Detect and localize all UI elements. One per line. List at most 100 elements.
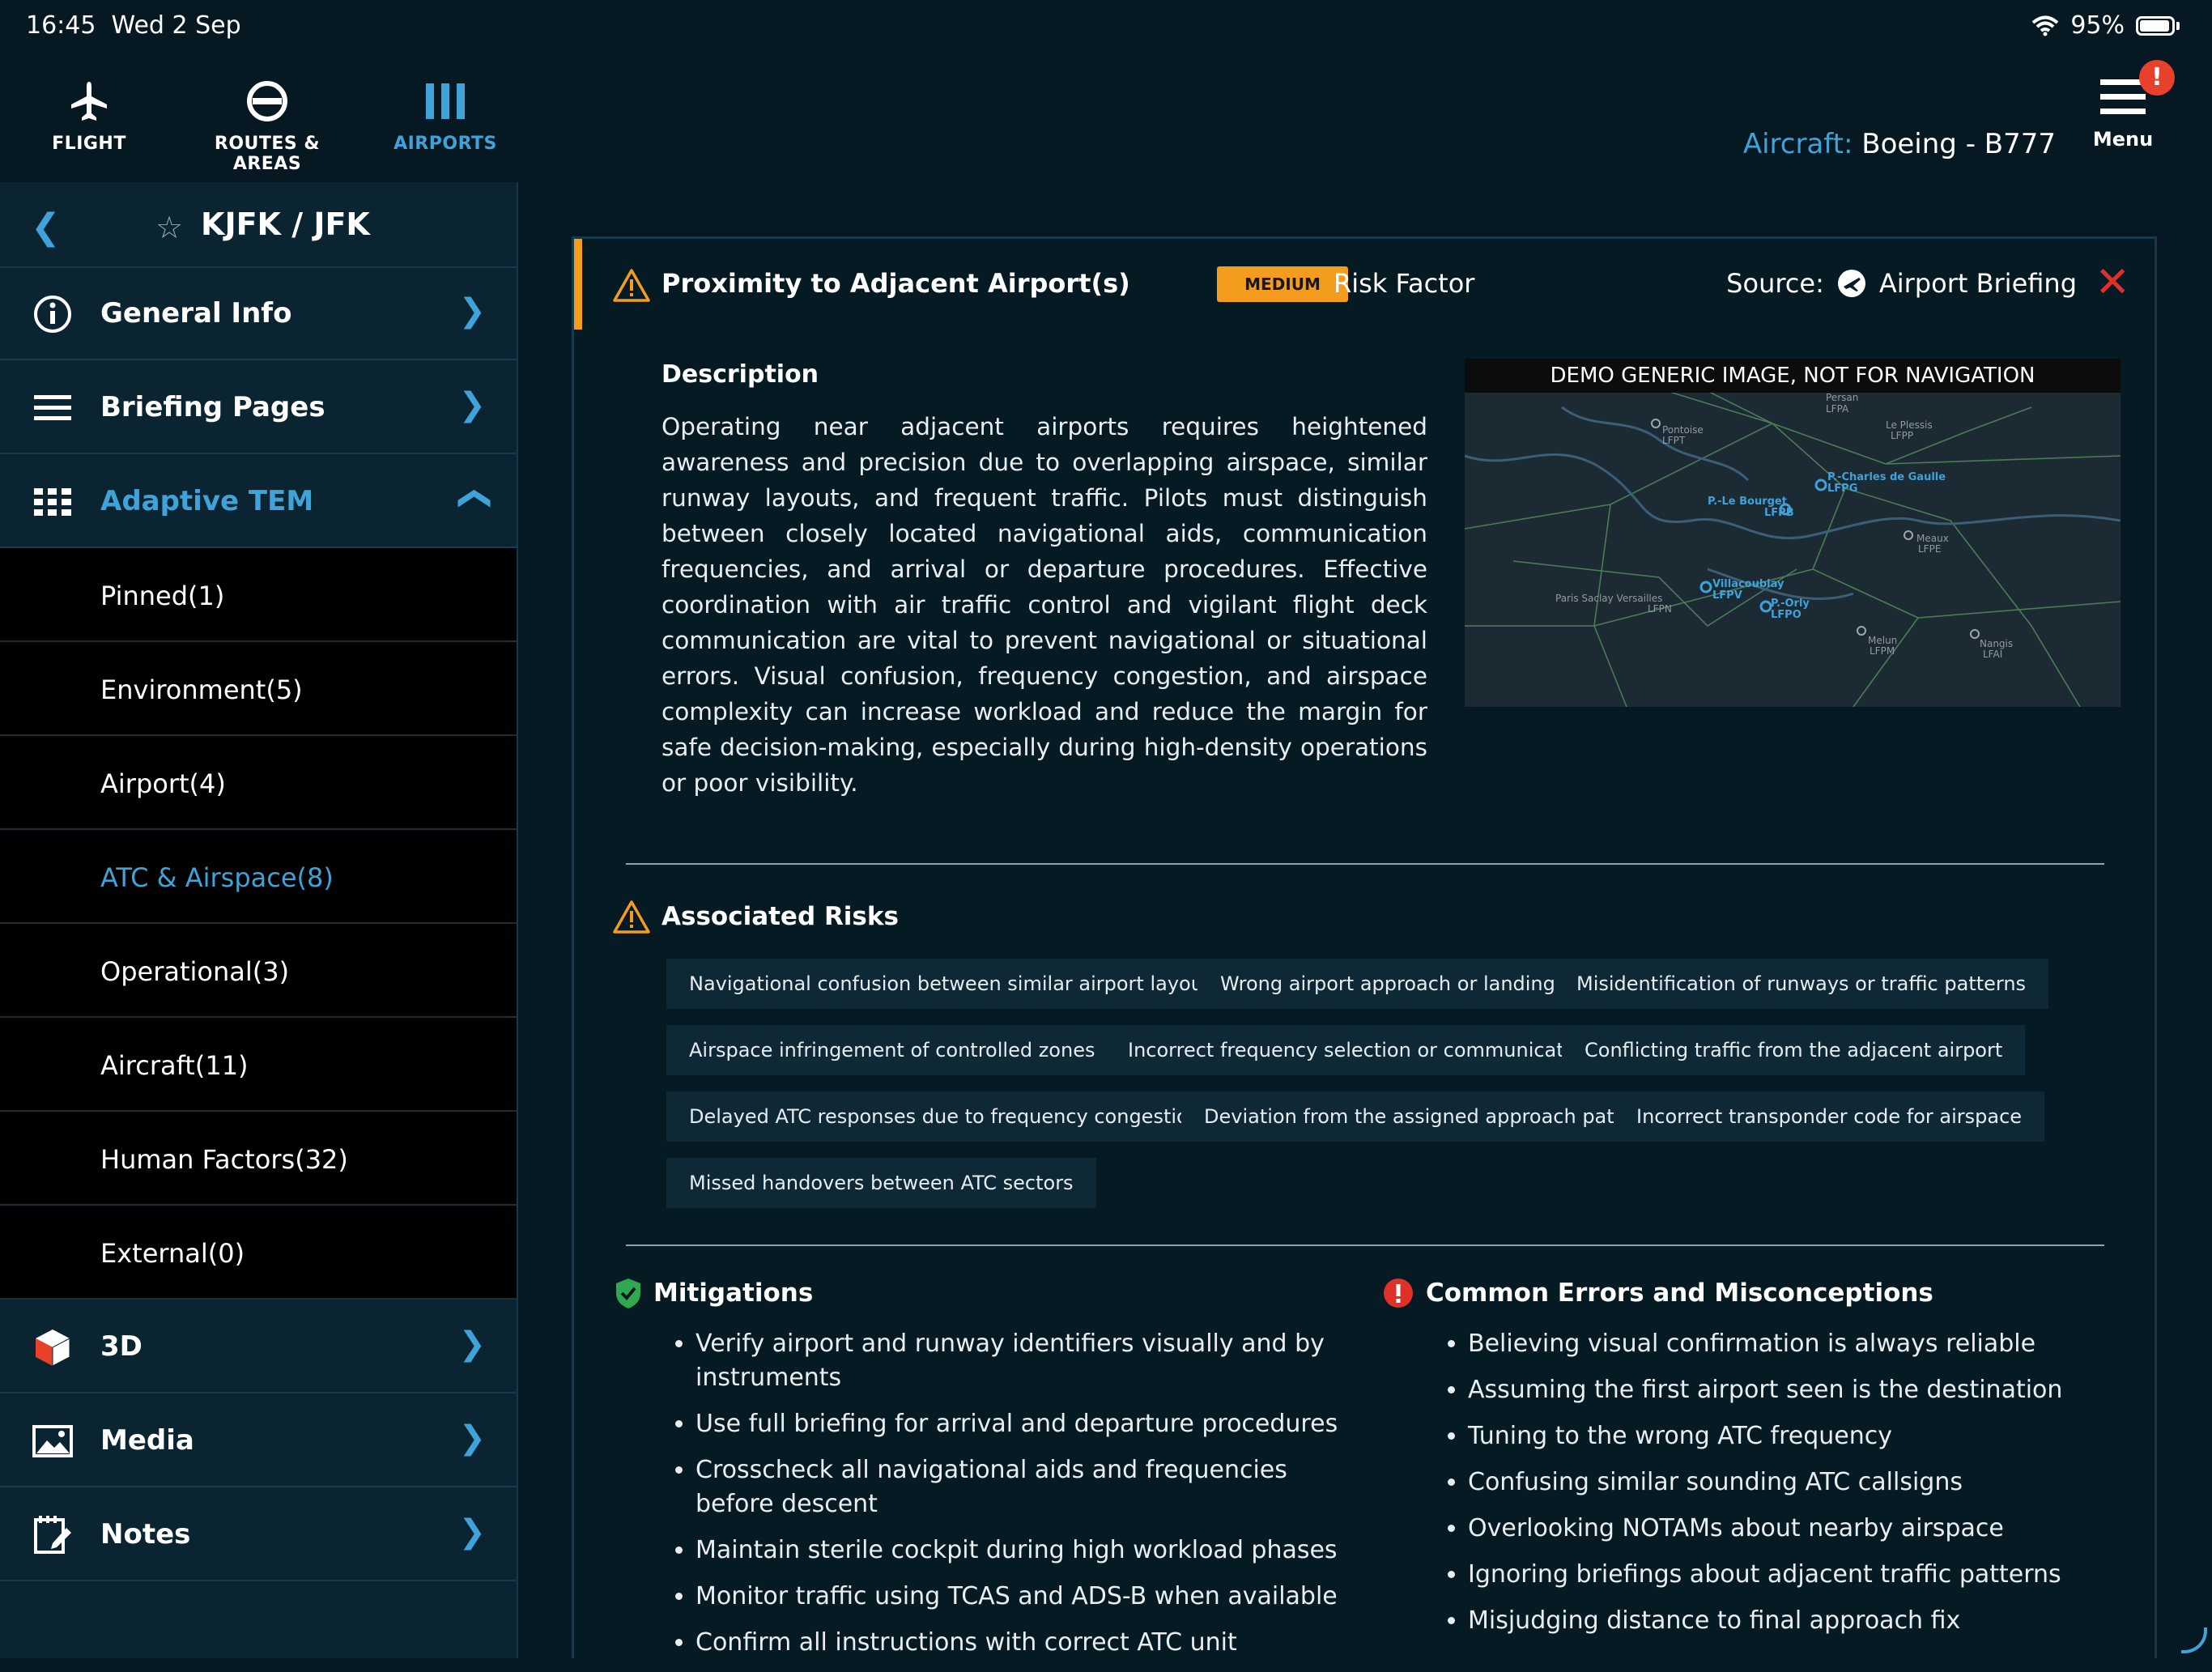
chevron-right-icon: ❯ (458, 1419, 486, 1457)
sidebar-item-general-info[interactable]: General Info ❯ (0, 266, 517, 360)
sidebar-subitem-label: Airport(4) (100, 768, 226, 799)
sidebar-subitem-pinned[interactable]: Pinned(1) (0, 548, 517, 642)
favorite-star-icon[interactable]: ☆ (155, 210, 183, 245)
sidebar-subitem-atc-airspace[interactable]: ATC & Airspace(8) (0, 830, 517, 924)
description-title: Description (661, 360, 819, 389)
sidebar-item-label: Briefing Pages (100, 391, 325, 423)
associated-risks-title: Associated Risks (661, 902, 899, 931)
image-icon (32, 1425, 73, 1457)
risk-chip: Conflicting traffic from the adjacent ai… (1562, 1025, 2026, 1075)
risk-factor-label: Risk Factor (1334, 268, 1475, 299)
sidebar-subitem-airport[interactable]: Airport(4) (0, 736, 517, 830)
risk-chip: Incorrect transponder code for airspace (1614, 1091, 2045, 1142)
sidebar-subitem-human-factors[interactable]: Human Factors(32) (0, 1112, 517, 1206)
list-item: Verify airport and runway identifiers vi… (696, 1327, 1343, 1395)
map-label-nangis: Nangis (1980, 638, 2013, 649)
source-info: Source: Airport Briefing (1726, 268, 2077, 299)
map-label-saclay-code: LFPN (1648, 603, 1672, 615)
sidebar-subitem-aircraft[interactable]: Aircraft(11) (0, 1018, 517, 1112)
map-label-villacoublay-code: LFPV (1712, 589, 1742, 602)
map-label-melun-code: LFPM (1870, 645, 1895, 657)
status-bar: 16:45 Wed 2 Sep 95% (0, 0, 2212, 52)
map-disclaimer-banner: DEMO GENERIC IMAGE, NOT FOR NAVIGATION (1465, 359, 2121, 393)
airport-code: KJFK / JFK (201, 206, 370, 242)
mitigations-heading: Mitigations (615, 1277, 813, 1309)
nav-airports[interactable]: AIRPORTS (389, 77, 502, 154)
sidebar-subitem-label: External(0) (100, 1238, 245, 1269)
section-divider (626, 863, 2104, 865)
airplane-icon (71, 82, 107, 121)
info-icon (34, 296, 71, 333)
wifi-icon (2032, 15, 2059, 36)
battery-percentage: 95% (2070, 11, 2125, 40)
map-label-nangis-code: LFAI (1983, 649, 2002, 660)
menu-button[interactable]: ! Menu (2074, 60, 2175, 151)
sidebar-item-notes[interactable]: Notes ❯ (0, 1487, 517, 1581)
resize-handle-icon[interactable] (2181, 1627, 2207, 1653)
airports-icon (426, 83, 465, 119)
map-label-leplessis: Le Plessis (1886, 419, 1933, 431)
notes-icon (34, 1516, 71, 1554)
menu-label: Menu (2092, 128, 2154, 151)
map-label-persan: Persan (1826, 392, 1858, 403)
airport-header: ❮ ☆ KJFK / JFK (0, 182, 517, 268)
map-label-persan-code: LFPA (1826, 403, 1849, 415)
source-label: Source: (1726, 268, 1824, 299)
sidebar-item-3d[interactable]: 3D ❯ (0, 1300, 517, 1393)
map-label-orly-code: LFPO (1771, 609, 1802, 621)
menu-alert-badge: ! (2139, 60, 2175, 96)
sidebar-subitem-label: Pinned(1) (100, 581, 225, 611)
aircraft-selector[interactable]: Aircraft: Boeing - B777 (1743, 128, 2056, 160)
map-label-cdg: P.-Charles de Gaulle (1827, 471, 1946, 483)
aircraft-label: Aircraft: (1742, 128, 1853, 160)
risk-chip: Incorrect frequency selection or communi… (1105, 1025, 1617, 1075)
grid-icon (34, 488, 71, 516)
warning-icon (613, 900, 650, 934)
map-label-lebourget-code: LFPB (1764, 507, 1794, 519)
sidebar-subitem-environment[interactable]: Environment(5) (0, 642, 517, 736)
severity-accent-bar (574, 239, 582, 330)
risk-chip: Missed handovers between ATC sectors (666, 1158, 1096, 1208)
map-label-leplessis-code: LFPP (1891, 430, 1913, 441)
chevron-right-icon: ❯ (458, 292, 486, 330)
nav-routes-areas[interactable]: ROUTES & AREAS (178, 77, 356, 174)
route-icon (247, 81, 287, 121)
risk-title: Proximity to Adjacent Airport(s) (661, 268, 1130, 299)
mitigations-title: Mitigations (653, 1278, 814, 1308)
list-item: Maintain sterile cockpit during high wor… (696, 1534, 1343, 1568)
sidebar-item-adaptive-tem[interactable]: Adaptive TEM ❯ (0, 454, 517, 548)
chevron-right-icon: ❯ (458, 1513, 486, 1551)
risk-chip: Deviation from the assigned approach pat… (1181, 1091, 1649, 1142)
list-item: Crosscheck all navigational aids and fre… (696, 1453, 1343, 1521)
warning-icon (613, 269, 650, 302)
sidebar-subitem-label: Aircraft(11) (100, 1050, 249, 1081)
sidebar-item-media[interactable]: Media ❯ (0, 1393, 517, 1487)
status-date: Wed 2 Sep (111, 11, 241, 40)
list-item: Tuning to the wrong ATC frequency (1468, 1419, 2132, 1453)
list-item: Confirm all instructions with correct AT… (696, 1626, 1343, 1660)
common-errors-title: Common Errors and Misconceptions (1426, 1278, 1933, 1308)
sidebar-item-label: Notes (100, 1518, 191, 1551)
sidebar-subitem-operational[interactable]: Operational(3) (0, 924, 517, 1018)
list-item: Believing visual confirmation is always … (1468, 1327, 2132, 1361)
map-label-melun: Melun (1868, 635, 1897, 646)
map-label-cdg-code: LFPG (1827, 483, 1857, 495)
chevron-right-icon: ❯ (458, 1325, 486, 1363)
close-icon[interactable]: ✕ (2095, 262, 2130, 304)
sidebar-item-briefing-pages[interactable]: Briefing Pages ❯ (0, 360, 517, 454)
risk-chip: Airspace infringement of controlled zone… (666, 1025, 1118, 1075)
risk-chip: Navigational confusion between similar a… (666, 959, 1244, 1009)
sidebar-subitem-external[interactable]: External(0) (0, 1206, 517, 1300)
map-label-orly: P.-Orly (1771, 598, 1810, 610)
map-label-meaux: Meaux (1916, 533, 1949, 544)
sidebar-subitem-label: Human Factors(32) (100, 1144, 348, 1175)
nav-flight[interactable]: FLIGHT (32, 77, 146, 154)
common-errors-heading: Common Errors and Misconceptions (1382, 1277, 1933, 1309)
back-chevron-icon[interactable]: ❮ (31, 206, 61, 248)
airspace-map-image: P.-Charles de Gaulle LFPG P.-Le Bourget … (1465, 359, 2121, 707)
aircraft-value: Boeing - B777 (1861, 128, 2056, 160)
cube-icon (36, 1330, 70, 1367)
sidebar-item-label: 3D (100, 1330, 143, 1363)
description-text: Operating near adjacent airports require… (661, 413, 1427, 797)
list-item: Monitor traffic using TCAS and ADS-B whe… (696, 1580, 1343, 1614)
